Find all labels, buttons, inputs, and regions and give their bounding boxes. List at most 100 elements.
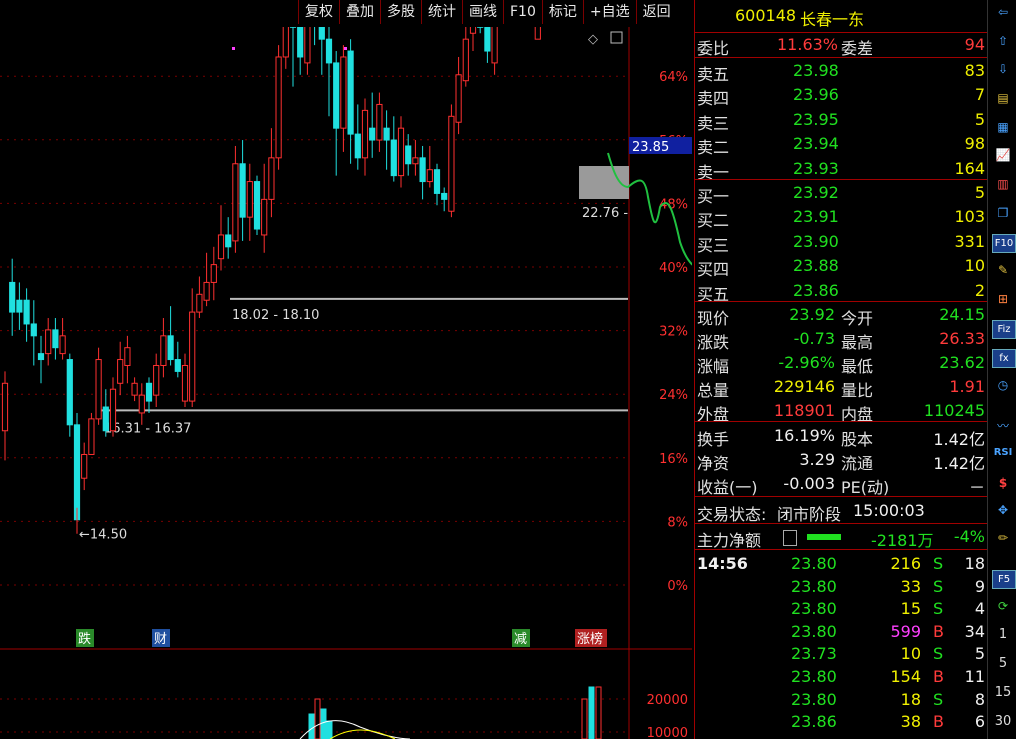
line-chart-icon[interactable]: 📈 — [992, 145, 1014, 165]
quote-value: 26.33 — [939, 329, 985, 348]
arrow-up-icon[interactable]: ⇧ — [992, 31, 1014, 51]
toolbar-button[interactable]: +自选 — [582, 0, 636, 24]
level-volume: 2 — [974, 280, 985, 300]
pencil-icon[interactable]: ✏ — [992, 528, 1014, 548]
event-badge-label: 跌 — [78, 631, 91, 647]
trade-status-row: 交易状态: 闭市阶段 15:00:03 — [695, 499, 987, 524]
period-30-button[interactable]: 30 — [992, 712, 1014, 732]
quote-value: 110245 — [923, 401, 985, 420]
candle-body — [102, 406, 109, 432]
wave-icon[interactable]: 〰 — [992, 416, 1014, 436]
toolbar-button[interactable]: 标记 — [541, 0, 583, 24]
sell-level-row[interactable]: 卖二 23.94 98 — [695, 132, 987, 157]
quote-row: 现价 23.92 今开 24.15 — [695, 303, 987, 328]
level-volume: 5 — [974, 109, 985, 129]
dollar-icon[interactable]: $ — [992, 473, 1014, 493]
quote-value: 23.62 — [939, 353, 985, 372]
candle-body — [73, 424, 81, 521]
trade-status-time: 15:00:03 — [853, 501, 925, 520]
f10-icon[interactable]: F10 — [992, 234, 1016, 253]
diamond-icon: ◇ — [588, 32, 598, 47]
kline-chart-svg: 72%64%56%48%40%32%24%16%8%0%18.02 - 18.1… — [0, 27, 692, 739]
tick-side: S — [933, 576, 944, 596]
tick-volume: 10 — [900, 644, 921, 664]
refresh-icon[interactable]: ⟳ — [992, 596, 1014, 616]
buy-level-row[interactable]: 买一 23.92 5 — [695, 181, 987, 206]
level-price: 23.91 — [793, 207, 839, 227]
fx-icon[interactable]: fx — [992, 349, 1016, 368]
quote-value: 23.92 — [789, 305, 835, 324]
quote-value: 118901 — [773, 401, 835, 420]
tick-side: B — [933, 667, 944, 686]
sell-level-row[interactable]: 卖三 23.95 5 — [695, 108, 987, 133]
buy-level-row[interactable]: 买五 23.86 2 — [695, 279, 987, 304]
f5-icon[interactable]: F5 — [992, 570, 1016, 589]
candle-icon[interactable]: ▥ — [992, 174, 1014, 194]
fund-value: 3.29 — [799, 450, 835, 469]
level-volume: 98 — [964, 134, 985, 154]
kline-chart[interactable]: 72%64%56%48%40%32%24%16%8%0%18.02 - 18.1… — [0, 27, 692, 739]
quote-value: 24.15 — [939, 305, 985, 324]
table-icon[interactable]: ▦ — [992, 117, 1014, 137]
candle-body — [16, 299, 23, 313]
buy-level-row[interactable]: 买四 23.88 10 — [695, 254, 987, 279]
candle-body — [1, 382, 9, 432]
pct-tick-label: 32% — [659, 325, 688, 340]
quote-value: 229146 — [773, 377, 835, 396]
tick-volume: 216 — [890, 554, 921, 573]
period-5-button[interactable]: 5 — [992, 654, 1014, 674]
tick-price: 23.80 — [791, 599, 837, 619]
tick-price: 23.80 — [791, 667, 837, 686]
copy-icon[interactable]: ❐ — [992, 203, 1014, 223]
period-15-button[interactable]: 15 — [992, 683, 1014, 703]
support-label: 16.31 - 16.37 — [104, 421, 191, 436]
buy-level-row[interactable]: 买二 23.91 103 — [695, 205, 987, 231]
candle-body — [52, 329, 59, 349]
divider — [695, 549, 987, 550]
clock-icon[interactable]: ◷ — [992, 375, 1014, 395]
tick-row: 23.80 18 S 8 — [695, 688, 987, 712]
vol-ma-line — [329, 729, 396, 739]
toolbar-button[interactable]: 多股 — [380, 0, 421, 24]
stock-header: 600148 长春一东 — [695, 4, 987, 29]
tick-count: 9 — [974, 576, 985, 596]
tick-row: 23.80 599 B 34 — [695, 620, 987, 644]
report-icon[interactable]: ▤ — [992, 88, 1014, 108]
toolbar-button[interactable]: 复权 — [298, 0, 339, 24]
toolbar-button[interactable]: 画线 — [462, 0, 503, 24]
gap-label: 22.76 - — [582, 206, 628, 221]
sell-level-row[interactable]: 卖五 23.98 83 — [695, 59, 987, 84]
move-icon[interactable]: ✥ — [992, 500, 1014, 520]
toolbar-button[interactable]: 叠加 — [339, 0, 380, 24]
level-label: 买二 — [697, 211, 730, 231]
sell-level-row[interactable]: 卖一 23.93 164 — [695, 157, 987, 182]
list-icon[interactable] — [783, 530, 797, 546]
toolbar-button[interactable]: 返回 — [635, 0, 677, 24]
vol-tick-label: 10000 — [647, 726, 688, 739]
fund-label: 换手 — [697, 430, 730, 449]
candle-body — [117, 359, 124, 384]
notes-icon[interactable]: ✎ — [992, 260, 1014, 280]
tick-side: S — [933, 644, 944, 664]
arrow-down-icon[interactable]: ⇩ — [992, 59, 1014, 79]
toolbar-button[interactable]: 统计 — [421, 0, 462, 24]
buy-level-row[interactable]: 买三 23.90 331 — [695, 230, 987, 255]
candle-body — [37, 353, 45, 361]
tick-side: S — [933, 689, 944, 709]
toolbar-button[interactable]: F10 — [503, 0, 542, 24]
arrow-left-icon[interactable]: ⇦ — [992, 2, 1014, 22]
candle-body — [23, 299, 30, 325]
tick-volume: 15 — [900, 599, 921, 619]
fiz-icon[interactable]: Fiz — [992, 320, 1016, 339]
candle-body — [275, 56, 282, 159]
fund-value: 1.42亿 — [933, 454, 985, 473]
period-1-button[interactable]: 1 — [992, 625, 1014, 645]
money-icon[interactable]: ⊞ — [992, 289, 1014, 309]
quote-label: 总量 — [697, 381, 730, 400]
level-volume: 164 — [954, 158, 985, 178]
sell-level-row[interactable]: 卖四 23.96 7 — [695, 83, 987, 108]
tool-iconbar: ⇦ ⇧ ⇩ ▤ ▦ 📈 ▥ ❐ F10 ✎ ⊞ Fiz fx ◷ 〰 RSI $… — [987, 0, 1016, 739]
candle-body — [412, 157, 419, 165]
rsi-icon[interactable]: RSI — [992, 443, 1014, 463]
tick-count: 18 — [964, 554, 985, 573]
